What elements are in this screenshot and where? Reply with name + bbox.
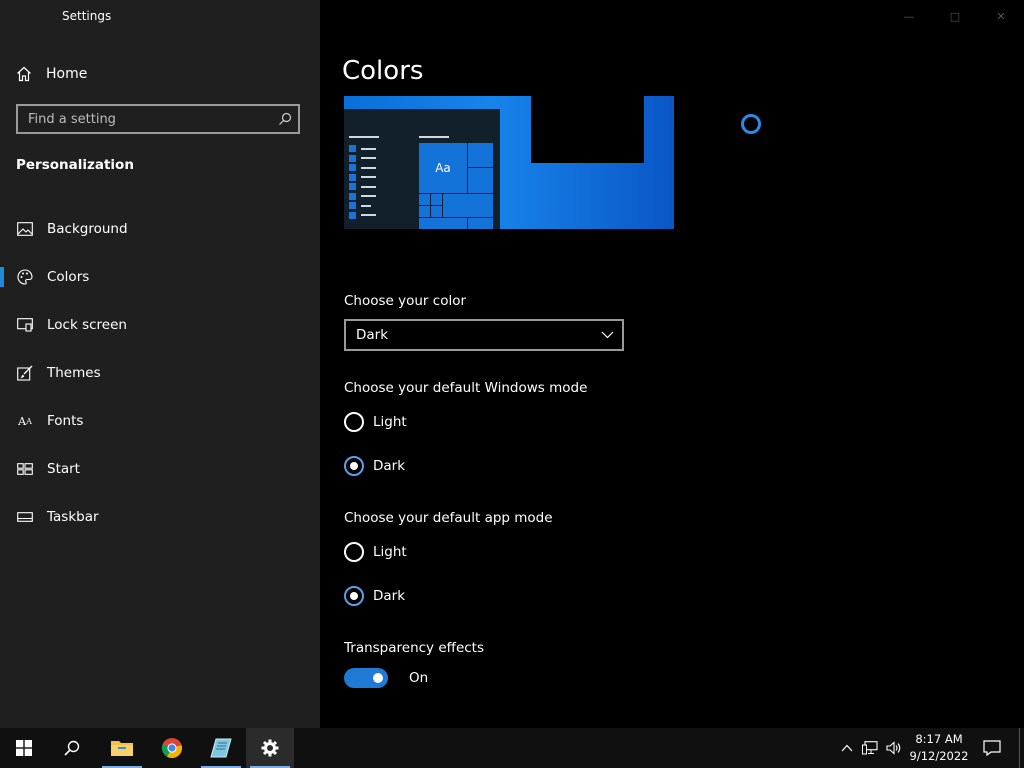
action-center-button[interactable] [978, 728, 1006, 768]
nav-home-label: Home [46, 66, 88, 82]
network-icon [862, 741, 878, 755]
show-hidden-icons-button[interactable] [837, 728, 857, 768]
minimize-button[interactable]: — [886, 6, 932, 26]
search-icon [64, 740, 80, 756]
sidebar-item-label: Fonts [47, 413, 84, 429]
toggle-state: On [409, 670, 429, 686]
taskbar-icon [17, 509, 33, 525]
sidebar-item-fonts[interactable]: AA Fonts [0, 397, 320, 445]
volume-icon [886, 741, 902, 755]
app-mode-light-radio[interactable]: Light [344, 540, 407, 564]
start-layout-icon [17, 461, 33, 477]
search-box[interactable] [16, 104, 300, 134]
nav-list: Background Colors Lock screen Themes AA … [0, 205, 320, 541]
sidebar-item-label: Background [47, 221, 128, 237]
loading-spinner-icon [741, 114, 761, 134]
sidebar-item-label: Taskbar [47, 509, 99, 525]
volume-tray-button[interactable] [883, 728, 905, 768]
chrome-icon [161, 737, 183, 759]
taskbar-file-explorer[interactable] [98, 728, 146, 768]
windows-mode-light-radio[interactable]: Light [344, 410, 407, 434]
color-mode-dropdown[interactable]: Dark [344, 319, 624, 351]
section-heading: Personalization [16, 157, 134, 173]
transparency-toggle[interactable]: On [344, 668, 428, 688]
maximize-button[interactable]: □ [932, 6, 978, 26]
search-input[interactable] [18, 110, 272, 128]
palette-icon [17, 269, 33, 285]
network-tray-button[interactable] [859, 728, 881, 768]
sidebar-item-label: Themes [47, 365, 101, 381]
preview-sample-text: Aa [418, 142, 468, 194]
brush-icon [17, 365, 33, 381]
home-icon [16, 66, 32, 82]
clock-date: 9/12/2022 [909, 749, 969, 763]
sidebar-item-lock-screen[interactable]: Lock screen [0, 301, 320, 349]
notepad-icon [210, 738, 232, 758]
close-button[interactable]: ✕ [978, 6, 1024, 26]
sidebar-item-taskbar[interactable]: Taskbar [0, 493, 320, 541]
start-button[interactable] [0, 728, 48, 768]
app-mode-label: Choose your default app mode [344, 510, 553, 526]
notification-icon [983, 740, 1001, 756]
start-menu-preview: Aa [344, 109, 500, 229]
sidebar-item-label: Lock screen [47, 317, 127, 333]
taskbar: 8:17 AM 9/12/2022 [0, 728, 1024, 768]
window-controls: — □ ✕ [886, 6, 1024, 26]
color-mode-selected: Dark [356, 327, 389, 343]
chevron-up-icon [841, 744, 853, 752]
sidebar-item-background[interactable]: Background [0, 205, 320, 253]
clock-time: 8:17 AM [915, 732, 963, 746]
taskbar-notepad[interactable] [197, 728, 245, 768]
radio-label: Dark [373, 458, 406, 474]
window-title: Settings [62, 9, 112, 23]
chevron-down-icon [601, 327, 614, 343]
windows-mode-label: Choose your default Windows mode [344, 380, 588, 396]
nav-home[interactable]: Home [16, 62, 306, 86]
sidebar-item-themes[interactable]: Themes [0, 349, 320, 397]
settings-sidebar: Settings Home Personalization Background… [0, 0, 320, 728]
radio-circle[interactable] [344, 412, 364, 432]
sidebar-item-start[interactable]: Start [0, 445, 320, 493]
radio-label: Light [373, 414, 407, 430]
sidebar-item-colors[interactable]: Colors [0, 253, 320, 301]
sidebar-item-label: Colors [47, 269, 90, 285]
theme-preview: Aa [344, 96, 674, 229]
lock-screen-icon [17, 317, 33, 333]
sidebar-item-label: Start [47, 461, 80, 477]
taskbar-chrome[interactable] [148, 728, 196, 768]
taskbar-clock[interactable]: 8:17 AM 9/12/2022 [905, 731, 973, 765]
radio-circle[interactable] [344, 542, 364, 562]
toggle-switch[interactable] [344, 668, 388, 688]
show-desktop-button[interactable] [1019, 728, 1020, 768]
search-icon[interactable] [272, 112, 298, 126]
radio-circle[interactable] [344, 586, 364, 606]
colors-page: — □ ✕ Colors Aa Choose your color Dark C… [320, 0, 1024, 728]
taskbar-search-button[interactable] [48, 728, 96, 768]
windows-mode-dark-radio[interactable]: Dark [344, 454, 405, 478]
fonts-icon: AA [18, 414, 32, 428]
taskbar-settings[interactable] [246, 728, 294, 768]
app-mode-dark-radio[interactable]: Dark [344, 584, 405, 608]
radio-circle[interactable] [344, 456, 364, 476]
page-title: Colors [342, 56, 424, 86]
radio-label: Dark [373, 588, 406, 604]
transparency-label: Transparency effects [344, 640, 484, 656]
start-icon [16, 740, 32, 756]
choose-color-label: Choose your color [344, 293, 467, 309]
picture-icon [17, 221, 33, 237]
file-explorer-icon [110, 738, 134, 758]
settings-gear-icon [260, 738, 280, 758]
radio-label: Light [373, 544, 407, 560]
